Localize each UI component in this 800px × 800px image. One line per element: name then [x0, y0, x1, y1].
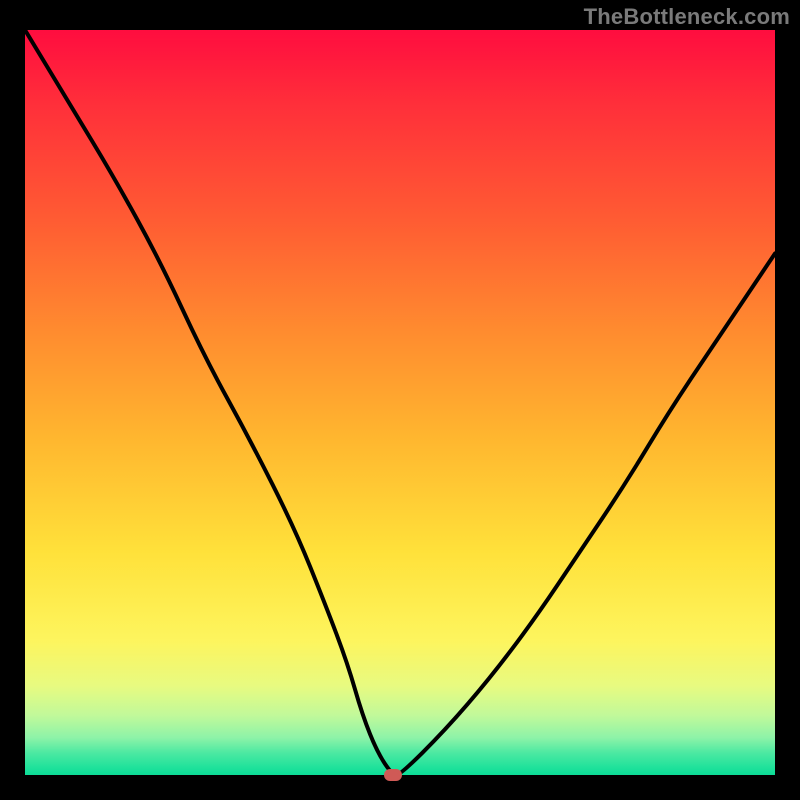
curve-svg — [25, 30, 775, 775]
chart-frame: TheBottleneck.com — [0, 0, 800, 800]
watermark-text: TheBottleneck.com — [584, 4, 790, 30]
plot-area — [25, 30, 775, 775]
minimum-marker — [384, 769, 402, 781]
bottleneck-curve — [25, 30, 775, 775]
